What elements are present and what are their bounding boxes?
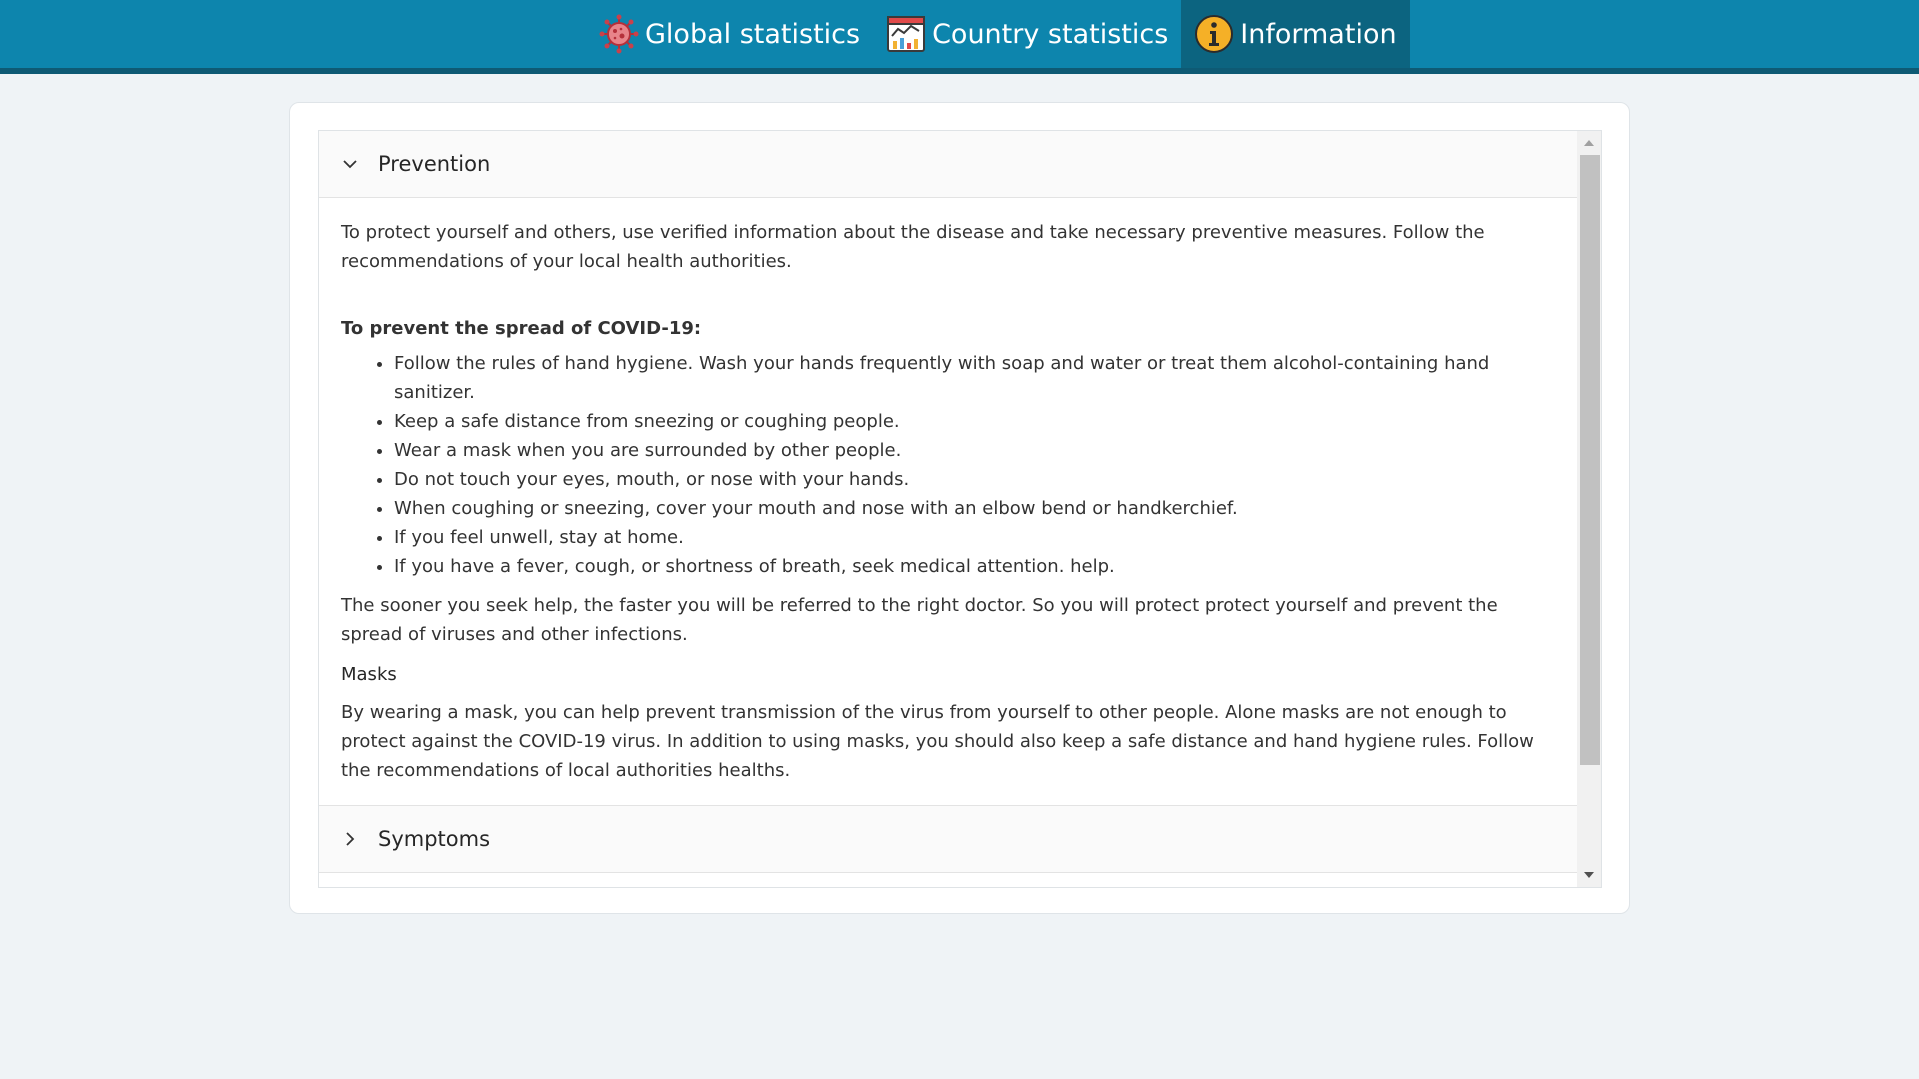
nav-label: Country statistics	[932, 18, 1169, 50]
prevention-list: Follow the rules of hand hygiene. Wash y…	[341, 349, 1555, 581]
panel-title: Symptoms	[378, 827, 491, 851]
masks-paragraph: By wearing a mask, you can help prevent …	[341, 702, 1534, 781]
top-navigation-bar: Global statistics Country statistics Inf…	[0, 0, 1919, 74]
nav-country-statistics[interactable]: Country statistics	[873, 0, 1181, 68]
content-card: Prevention To protect yourself and other…	[289, 102, 1630, 914]
accordion-scroll-area: Prevention To protect yourself and other…	[319, 131, 1577, 887]
list-item: Follow the rules of hand hygiene. Wash y…	[394, 349, 1555, 407]
scroll-up-arrow-icon[interactable]	[1577, 133, 1601, 153]
panel-header-prevention[interactable]: Prevention	[319, 131, 1577, 198]
panel-symptoms: Symptoms	[319, 806, 1577, 873]
list-item: Wear a mask when you are surrounded by o…	[394, 436, 1555, 465]
list-item: If you have a fever, cough, or shortness…	[394, 552, 1555, 581]
list-item: When coughing or sneezing, cover your mo…	[394, 494, 1555, 523]
chevron-right-icon	[340, 829, 360, 849]
info-icon	[1194, 14, 1234, 54]
panel-header-symptoms[interactable]: Symptoms	[319, 806, 1577, 873]
panel-prevention: Prevention To protect yourself and other…	[319, 131, 1577, 806]
scrollbar-thumb[interactable]	[1580, 155, 1600, 765]
nav-label: Global statistics	[645, 18, 861, 50]
scroll-down-arrow-icon[interactable]	[1577, 865, 1601, 885]
accordion: Prevention To protect yourself and other…	[318, 130, 1602, 888]
list-item: If you feel unwell, stay at home.	[394, 523, 1555, 552]
after-paragraph: The sooner you seek help, the faster you…	[341, 595, 1498, 645]
nav-global-statistics[interactable]: Global statistics	[586, 0, 873, 68]
masks-heading: Masks	[341, 664, 397, 685]
chevron-down-icon	[340, 154, 360, 174]
panel-body-prevention: To protect yourself and others, use veri…	[319, 198, 1577, 806]
nav-information[interactable]: Information	[1181, 0, 1410, 68]
list-item: Keep a safe distance from sneezing or co…	[394, 407, 1555, 436]
list-item: Do not touch your eyes, mouth, or nose w…	[394, 465, 1555, 494]
panel-title: Prevention	[378, 152, 491, 176]
virus-icon	[599, 14, 639, 54]
nav-label: Information	[1240, 18, 1397, 50]
vertical-scrollbar[interactable]	[1577, 131, 1601, 887]
intro-paragraph: To protect yourself and others, use veri…	[341, 222, 1485, 272]
chart-report-icon	[886, 14, 926, 54]
prevention-subheading: To prevent the spread of COVID-19:	[341, 318, 702, 339]
main-nav: Global statistics Country statistics Inf…	[586, 0, 1410, 68]
